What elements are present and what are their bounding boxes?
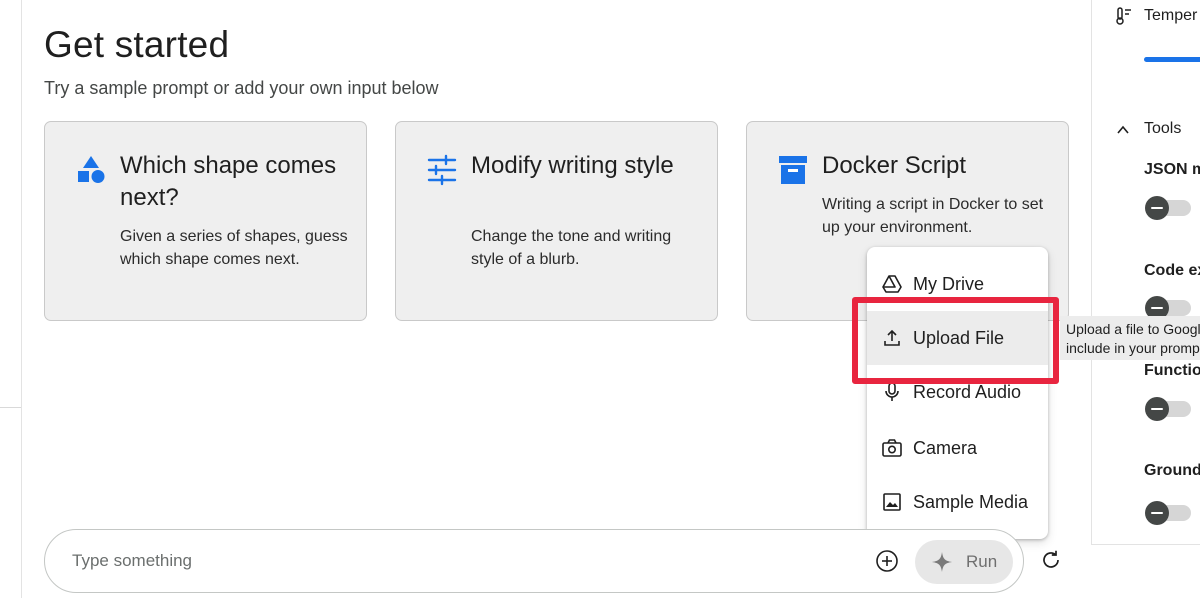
shapes-icon bbox=[78, 156, 105, 183]
toggle-knob bbox=[1145, 501, 1169, 525]
left-rail bbox=[0, 0, 22, 598]
thermometer-icon bbox=[1116, 7, 1131, 25]
menu-item-label: Record Audio bbox=[913, 381, 1022, 402]
card-title: Modify writing style bbox=[471, 152, 674, 179]
upload-file-tooltip: Upload a file to Googl include in your p… bbox=[1060, 316, 1200, 360]
chevron-up-icon[interactable] bbox=[1116, 123, 1130, 137]
upload-icon bbox=[884, 329, 900, 346]
temperature-label: Temper bbox=[1144, 7, 1198, 24]
refresh-icon[interactable] bbox=[1040, 549, 1062, 571]
media-upload-menu: My Drive Upload File Record Audio Camera… bbox=[867, 247, 1048, 539]
menu-item-label: Camera bbox=[913, 437, 978, 458]
tool-label-code-execution: Code ex bbox=[1144, 262, 1200, 279]
sample-prompt-card-writing-style[interactable]: Modify writing style Change the tone and… bbox=[395, 121, 718, 321]
camera-icon bbox=[882, 439, 902, 457]
page-title: Get started bbox=[44, 24, 230, 65]
page-subtitle: Try a sample prompt or add your own inpu… bbox=[44, 78, 439, 98]
menu-item-label: My Drive bbox=[913, 273, 984, 294]
sparkle-icon bbox=[932, 552, 952, 572]
image-icon bbox=[883, 493, 901, 511]
archive-box-icon bbox=[779, 156, 807, 184]
run-button[interactable]: Run bbox=[915, 540, 1013, 584]
prompt-bar: Run bbox=[44, 529, 1024, 593]
menu-item-label: Sample Media bbox=[913, 491, 1029, 512]
card-title: Docker Script bbox=[822, 152, 967, 179]
function-calling-toggle[interactable] bbox=[1145, 397, 1191, 421]
tools-section-label: Tools bbox=[1144, 120, 1182, 137]
menu-item-sample-media[interactable]: Sample Media bbox=[867, 475, 1048, 529]
card-description: Change the tone and writing style of a b… bbox=[471, 228, 672, 268]
menu-item-upload-file[interactable]: Upload File bbox=[867, 311, 1048, 365]
tool-label-function-calling: Functio bbox=[1144, 362, 1200, 379]
tune-icon bbox=[427, 154, 457, 186]
menu-item-record-audio[interactable]: Record Audio bbox=[867, 365, 1048, 419]
card-description: Given a series of shapes, guess which sh… bbox=[120, 228, 348, 268]
run-settings-panel: Temper Tools JSON m Code ex Functio Grou… bbox=[1091, 0, 1200, 545]
left-rail-divider bbox=[0, 407, 22, 408]
menu-item-my-drive[interactable]: My Drive bbox=[867, 257, 1048, 311]
grounding-toggle[interactable] bbox=[1145, 501, 1191, 525]
json-mode-toggle[interactable] bbox=[1145, 196, 1191, 220]
app-stage: Get started Try a sample prompt or add y… bbox=[0, 0, 1200, 598]
tooltip-line: include in your promp bbox=[1066, 340, 1200, 356]
add-media-icon[interactable] bbox=[875, 549, 899, 573]
tool-label-grounding: Ground bbox=[1144, 462, 1200, 479]
card-description: Writing a script in Docker to set up you… bbox=[822, 196, 1044, 236]
toggle-knob bbox=[1145, 397, 1169, 421]
temperature-slider[interactable] bbox=[1144, 57, 1200, 62]
sample-prompt-card-shapes[interactable]: Which shape comes next? Given a series o… bbox=[44, 121, 367, 321]
menu-item-label: Upload File bbox=[913, 327, 1005, 348]
tool-label-json-mode: JSON m bbox=[1144, 161, 1200, 178]
google-drive-icon bbox=[882, 275, 902, 293]
left-rail-border bbox=[21, 0, 22, 598]
menu-item-camera[interactable]: Camera bbox=[867, 421, 1048, 475]
tooltip-line: Upload a file to Googl bbox=[1066, 321, 1200, 337]
toggle-knob bbox=[1145, 196, 1169, 220]
card-title: Which shape comes next? bbox=[120, 152, 337, 211]
run-button-label: Run bbox=[966, 552, 998, 571]
prompt-input[interactable] bbox=[72, 548, 852, 574]
microphone-icon bbox=[885, 382, 899, 401]
code-execution-toggle[interactable] bbox=[1145, 296, 1191, 320]
